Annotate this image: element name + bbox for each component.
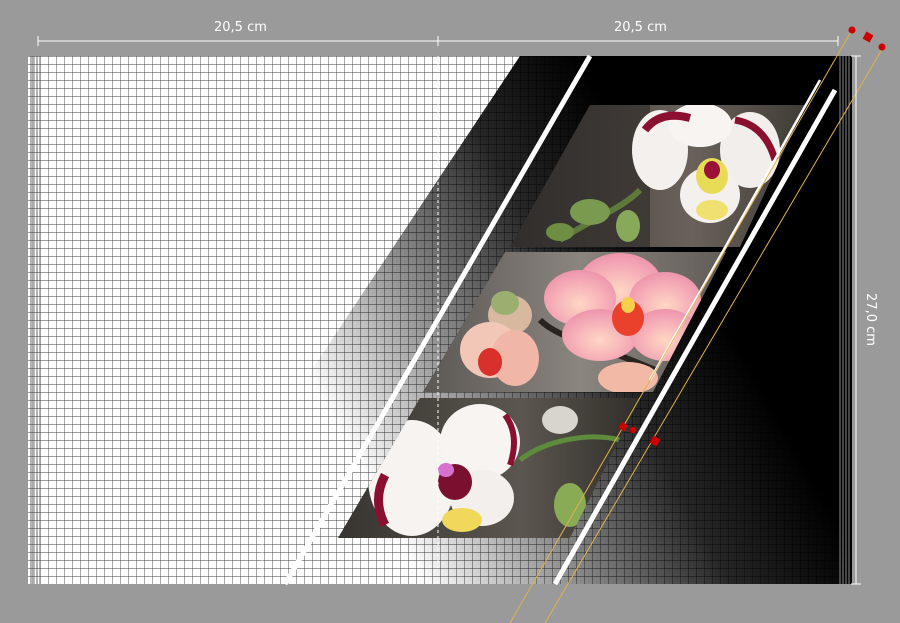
width-dimension-lines — [37, 36, 839, 46]
design-canvas — [28, 26, 886, 623]
height-label: 27,0 cm — [862, 291, 878, 348]
height-dimension-lines — [851, 55, 861, 585]
width-label-left: 20,5 cm — [214, 20, 267, 35]
width-label-right: 20,5 cm — [614, 20, 667, 35]
